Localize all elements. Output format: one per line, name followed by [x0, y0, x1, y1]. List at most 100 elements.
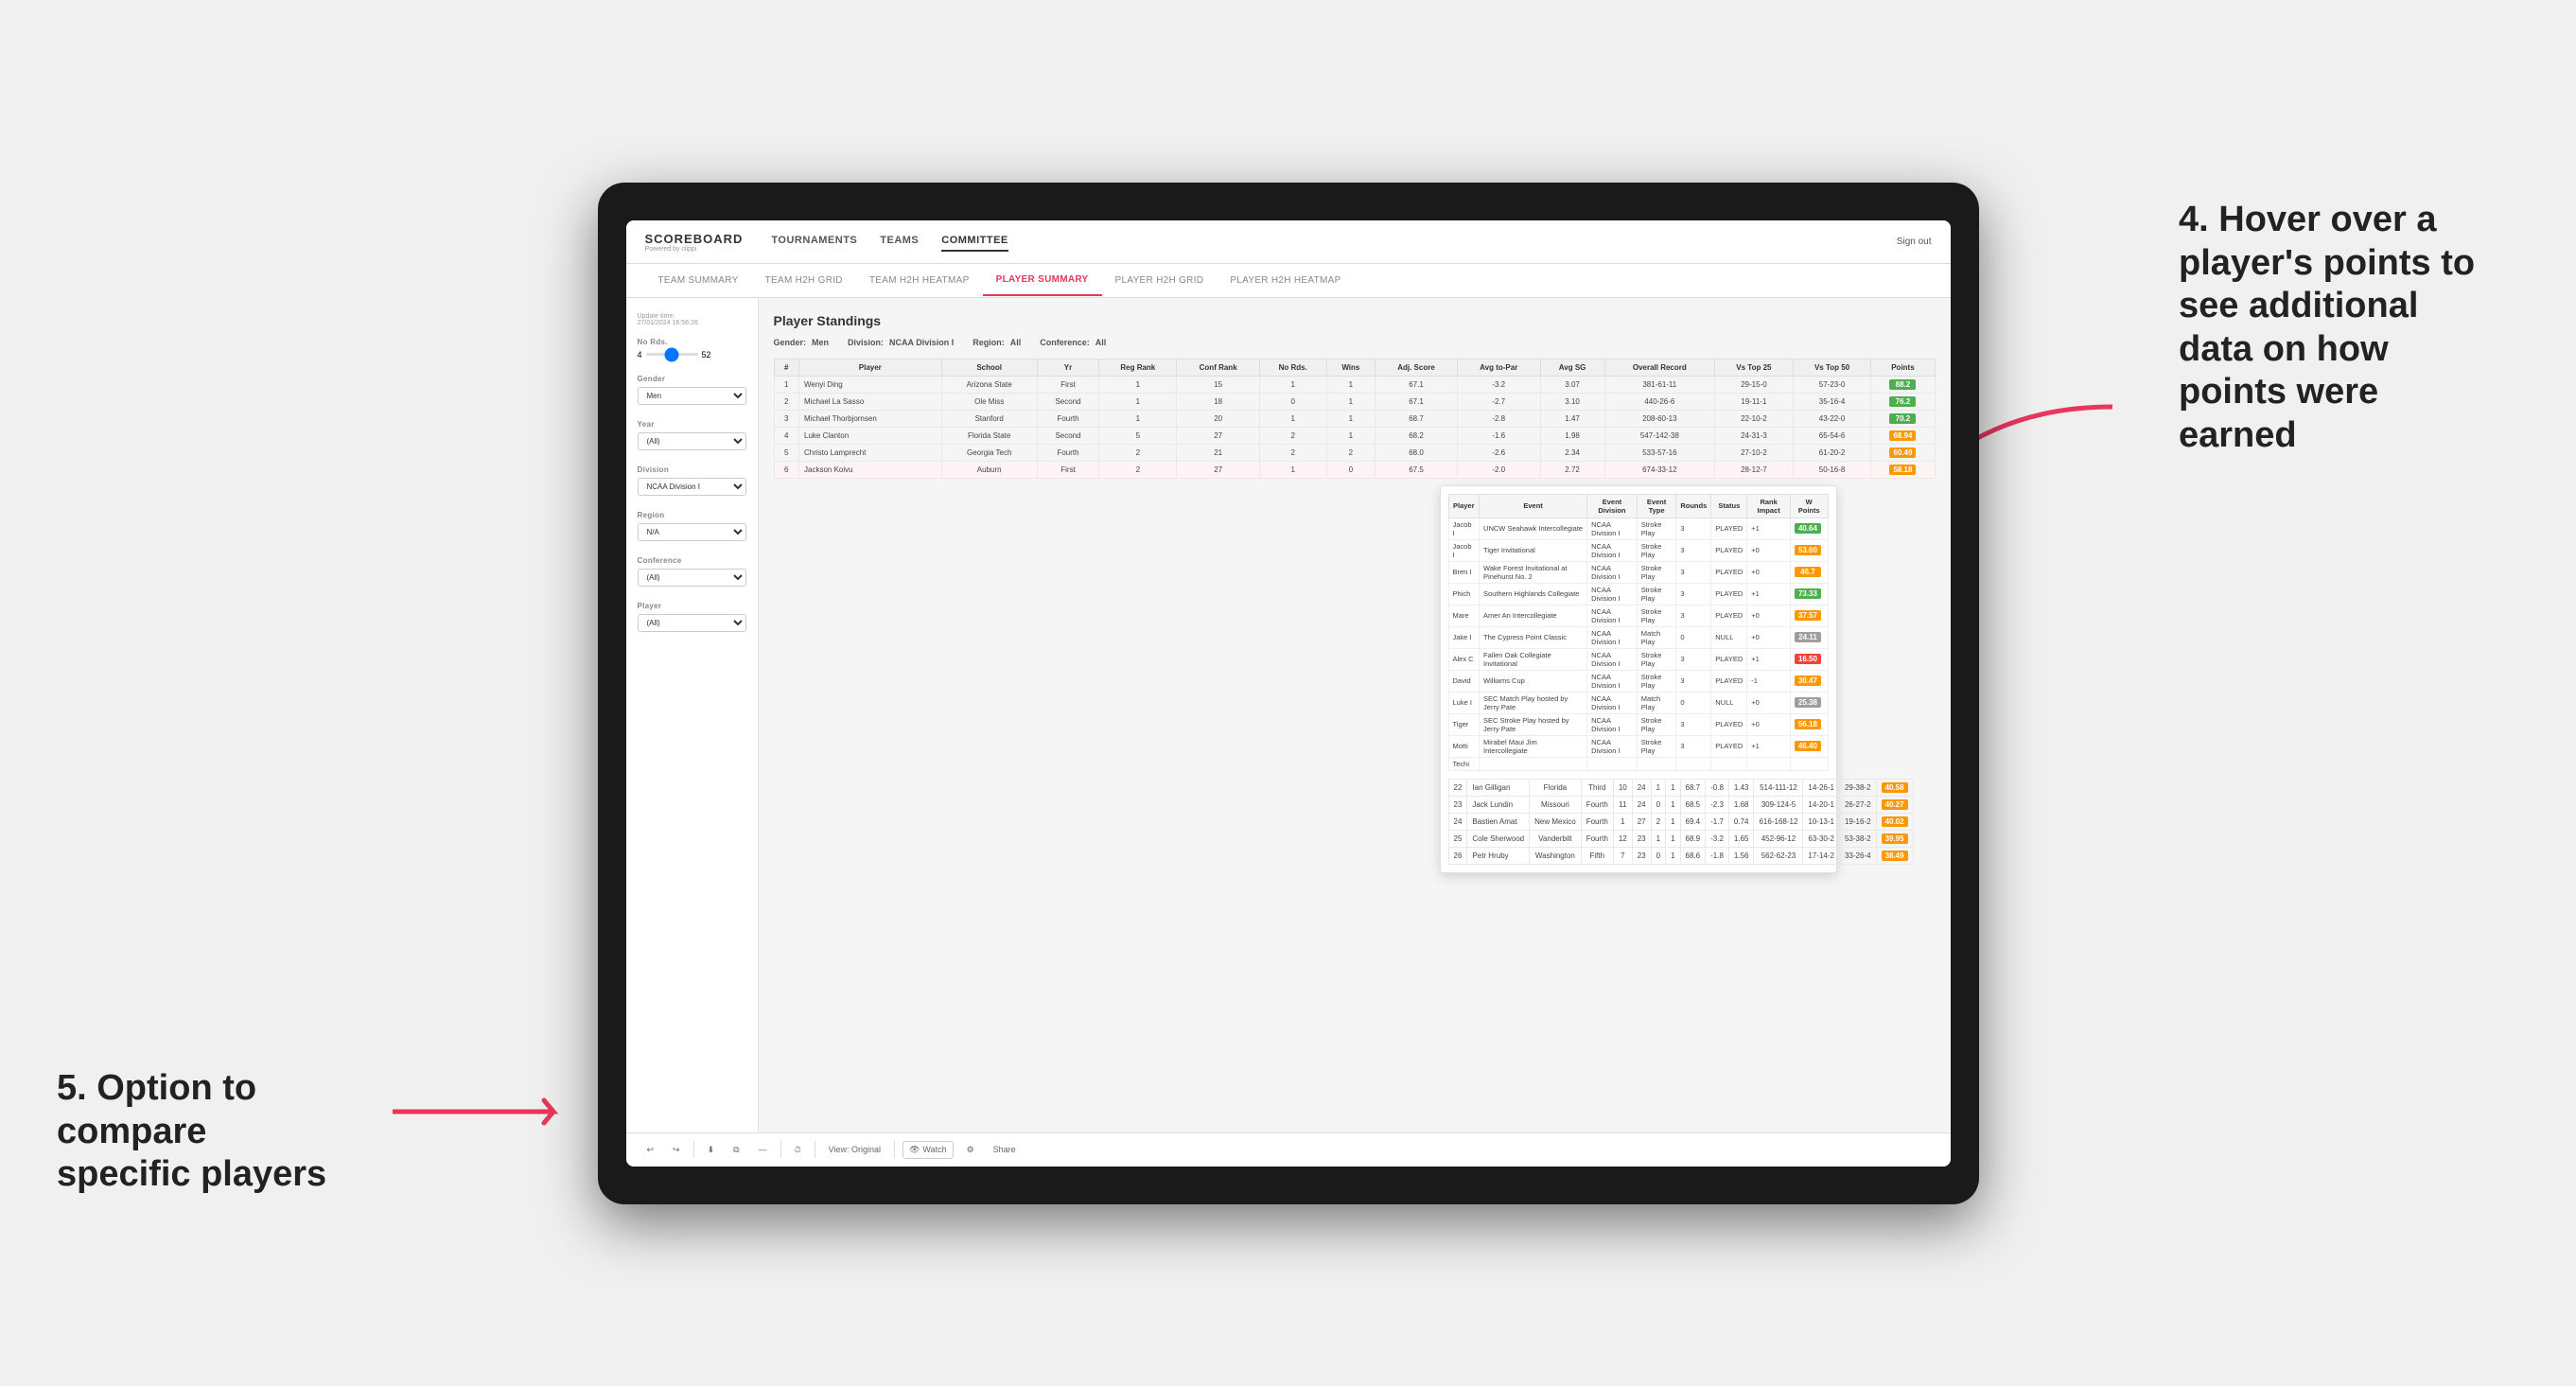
- table-header-row: # Player School Yr Reg Rank Conf Rank No…: [774, 359, 1935, 376]
- filter-conference: Conference: All: [1040, 338, 1106, 347]
- col-points: Points: [1871, 359, 1935, 376]
- points-badge[interactable]: 39.95: [1882, 833, 1908, 844]
- subnav-team-summary[interactable]: TEAM SUMMARY: [645, 266, 752, 295]
- points-badge[interactable]: 24.11: [1795, 632, 1821, 642]
- table-row: 3 Michael Thorbjornsen Stanford Fourth 1…: [774, 410, 1935, 427]
- sub-nav: TEAM SUMMARY TEAM H2H GRID TEAM H2H HEAT…: [626, 264, 1951, 298]
- points-badge[interactable]: 56.18: [1795, 719, 1821, 729]
- table-row: 5 Christo Lamprecht Georgia Tech Fourth …: [774, 444, 1935, 461]
- page-title: Player Standings: [774, 313, 1936, 328]
- col-conf-rank: Conf Rank: [1177, 359, 1259, 376]
- table-row: 23 Jack Lundin Missouri Fourth 11 24 0 1: [1448, 796, 1913, 813]
- lower-table-container: 22 Ian Gilligan Florida Third 10 24 1 1: [1448, 779, 1829, 865]
- subnav-team-h2h-grid[interactable]: TEAM H2H GRID: [752, 266, 856, 295]
- col-reg-rank: Reg Rank: [1099, 359, 1177, 376]
- table-row: 26 Petr Hruby Washington Fifth 7 23 0 1: [1448, 847, 1913, 864]
- toolbar-separator-2: [780, 1141, 781, 1158]
- points-badge[interactable]: 46.7: [1795, 567, 1821, 577]
- tooltip-row: David Williams Cup NCAA Division I Strok…: [1448, 670, 1828, 692]
- annotation-left: 5. Option to compare specific players: [57, 1067, 341, 1197]
- points-badge[interactable]: 25.38: [1795, 697, 1821, 708]
- col-wins: Wins: [1326, 359, 1376, 376]
- main-content: Player Standings Gender: Men Division: N…: [759, 298, 1951, 1132]
- toolbar-separator: [693, 1141, 694, 1158]
- col-num: #: [774, 359, 799, 376]
- logo-text: SCOREBOARD: [645, 232, 744, 246]
- tooltip-row: Motti Mirabel Maui Jim Intercollegiate N…: [1448, 735, 1828, 757]
- timer-button[interactable]: ⏱: [789, 1142, 807, 1158]
- update-time: Update time: 27/01/2024 16:56:26: [638, 313, 746, 326]
- points-badge[interactable]: 88.2: [1889, 379, 1916, 390]
- share-button[interactable]: Share: [988, 1142, 1022, 1157]
- filter-division: Division: NCAA Division I: [848, 338, 954, 347]
- table-row: 22 Ian Gilligan Florida Third 10 24 1 1: [1448, 779, 1913, 796]
- range-slider[interactable]: [646, 353, 698, 356]
- gender-select[interactable]: Men: [638, 387, 746, 405]
- tooltip-row: Jacob I UNCW Seahawk Intercollegiate NCA…: [1448, 518, 1828, 539]
- points-badge[interactable]: 38.49: [1882, 851, 1908, 861]
- sidebar-range: 4 52: [638, 350, 746, 360]
- division-select[interactable]: NCAA Division I: [638, 478, 746, 496]
- col-avg-sg: Avg SG: [1540, 359, 1604, 376]
- col-yr: Yr: [1037, 359, 1098, 376]
- table-row: 4 Luke Clanton Florida State Second 5 27…: [774, 427, 1935, 444]
- year-select[interactable]: (All): [638, 432, 746, 450]
- tooltip-row: Jake I The Cypress Point Classic NCAA Di…: [1448, 626, 1828, 648]
- standings-table: # Player School Yr Reg Rank Conf Rank No…: [774, 359, 1936, 479]
- nav-committee[interactable]: COMMITTEE: [941, 231, 1008, 252]
- table-row: 24 Bastien Amat New Mexico Fourth 1 27 2…: [1448, 813, 1913, 830]
- points-badge[interactable]: 53.60: [1795, 545, 1821, 555]
- points-badge[interactable]: 40.27: [1882, 799, 1908, 810]
- conference-select[interactable]: (All): [638, 569, 746, 587]
- sidebar-player: Player (All): [638, 602, 746, 632]
- nav-tournaments[interactable]: TOURNAMENTS: [771, 231, 857, 252]
- subnav-player-h2h-grid[interactable]: PLAYER H2H GRID: [1102, 266, 1218, 295]
- sidebar-region: Region N/A: [638, 511, 746, 541]
- player-select[interactable]: (All): [638, 614, 746, 632]
- points-badge[interactable]: 40.58: [1882, 782, 1908, 793]
- tooltip-row: Phich Southern Highlands Collegiate NCAA…: [1448, 583, 1828, 605]
- points-badge[interactable]: 30.47: [1795, 675, 1821, 686]
- points-badge[interactable]: 37.57: [1795, 610, 1821, 621]
- filter-gender: Gender: Men: [774, 338, 830, 347]
- nav-teams[interactable]: TEAMS: [880, 231, 919, 252]
- col-no-rds: No Rds.: [1259, 359, 1326, 376]
- points-badge[interactable]: 46.40: [1795, 741, 1821, 751]
- redo-button[interactable]: ↪: [667, 1142, 686, 1158]
- points-badge[interactable]: 76.2: [1889, 396, 1916, 407]
- points-badge[interactable]: 58.18: [1889, 465, 1916, 475]
- toolbar-separator-4: [894, 1141, 895, 1158]
- copy-button[interactable]: ⧉: [727, 1142, 745, 1158]
- col-avg-to-par: Avg to-Par: [1457, 359, 1540, 376]
- annotation-right: 4. Hover over a player's points to see a…: [2179, 199, 2481, 458]
- download-button[interactable]: ⬇: [702, 1142, 721, 1158]
- subnav-player-h2h-heatmap[interactable]: PLAYER H2H HEATMAP: [1217, 266, 1354, 295]
- subnav-player-summary[interactable]: PLAYER SUMMARY: [983, 265, 1102, 296]
- points-badge[interactable]: 16.50: [1795, 654, 1821, 664]
- table-row: 25 Cole Sherwood Vanderbilt Fourth 12 23…: [1448, 830, 1913, 847]
- sidebar-year: Year (All): [638, 420, 746, 450]
- filter-row: Gender: Men Division: NCAA Division I Re…: [774, 338, 1936, 347]
- tooltip-table: Player Event Event Division Event Type R…: [1448, 494, 1829, 771]
- points-badge[interactable]: 73.33: [1795, 588, 1821, 599]
- dash-button[interactable]: —: [753, 1142, 773, 1157]
- sidebar-gender: Gender Men: [638, 375, 746, 405]
- watch-button[interactable]: 👁 Watch: [902, 1141, 954, 1159]
- points-badge[interactable]: 70.2: [1889, 413, 1916, 424]
- col-player: Player: [799, 359, 942, 376]
- points-badge[interactable]: 40.02: [1882, 816, 1908, 827]
- view-original-button[interactable]: View: Original: [823, 1142, 886, 1157]
- sign-out[interactable]: Sign out: [1897, 237, 1932, 247]
- table-row: 2 Michael La Sasso Ole Miss Second 1 18 …: [774, 393, 1935, 410]
- undo-button[interactable]: ↩: [641, 1142, 660, 1158]
- points-badge[interactable]: 40.64: [1795, 523, 1821, 534]
- tooltip-row: Luke I SEC Match Play hosted by Jerry Pa…: [1448, 692, 1828, 713]
- table-row: 1 Wenyi Ding Arizona State First 1 15 1 …: [774, 376, 1935, 393]
- region-select[interactable]: N/A: [638, 523, 746, 541]
- col-overall-record: Overall Record: [1604, 359, 1715, 376]
- settings-button[interactable]: ⚙: [961, 1142, 980, 1158]
- subnav-team-h2h-heatmap[interactable]: TEAM H2H HEATMAP: [856, 266, 983, 295]
- points-badge[interactable]: 60.49: [1889, 447, 1916, 458]
- tooltip-popup: Player Event Event Division Event Type R…: [1440, 485, 1837, 873]
- points-badge[interactable]: 68.94: [1889, 430, 1916, 441]
